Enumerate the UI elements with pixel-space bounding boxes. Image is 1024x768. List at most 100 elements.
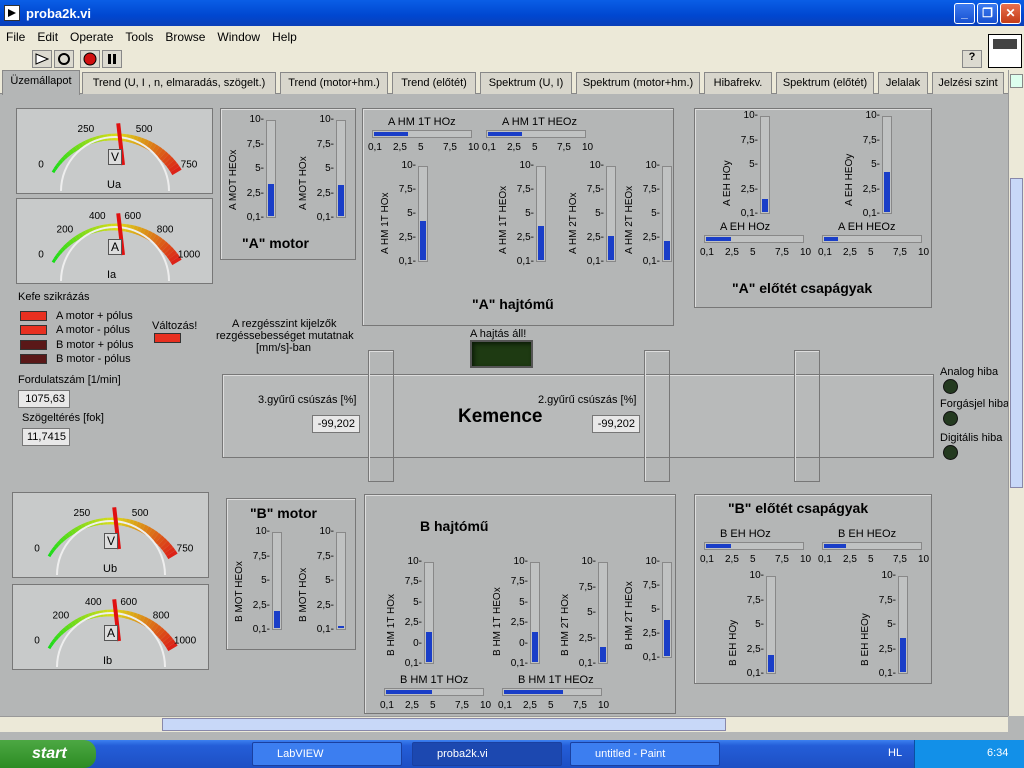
tab-trend-motor[interactable]: Trend (motor+hm.) [280,72,388,94]
minimize-button[interactable]: _ [954,3,975,24]
b-mot-heox-slider[interactable] [272,532,282,630]
a-eh-hoz-slider-tick: 0,1 [700,247,714,258]
pause-icon[interactable] [102,50,122,68]
ub-unit: V [104,533,118,549]
menu-edit[interactable]: Edit [37,30,58,44]
a-eh-hoy-slider-tick: 10- [743,110,758,121]
ub-arc-segment [150,530,159,541]
ia-arc-segment [74,234,81,241]
horizontal-scroll-thumb[interactable] [162,718,726,731]
tab-uzemallapot[interactable]: Üzemállapot [2,70,80,95]
b-hm-1t-heoz-slider[interactable] [502,688,602,696]
a-hm-1t-hoz-slider[interactable] [372,130,472,138]
b-eh-heoy-slider[interactable] [898,576,908,674]
b-eh-hoz-slider[interactable] [704,542,804,550]
tab-spektrum-motor[interactable]: Spektrum (motor+hm.) [576,72,700,94]
fordulat-value: 1075,63 [18,390,70,408]
b-eh-hoy-slider[interactable] [766,576,776,674]
task-paint[interactable]: untitled - Paint [570,742,720,766]
b-eh-heoz-slider[interactable] [822,542,922,550]
a-hm-2t-heox-slider[interactable] [662,166,672,262]
menu-operate[interactable]: Operate [70,30,113,44]
b-eh-heoy-slider-tick: 5- [887,619,896,630]
title-bar[interactable]: proba2k.vi _ ❐ ✕ [0,0,1024,26]
ib-arc-segment [160,632,171,643]
menu-window[interactable]: Window [217,30,260,44]
b-hm-2t-hox-slider-tick: 7,5- [578,581,596,593]
ub-arc-segment [152,532,162,543]
menu-tools[interactable]: Tools [125,30,153,44]
ub-arc-segment [138,523,146,533]
b-hm-2t-heox-slider[interactable] [662,562,672,658]
tab-jelzesi-szint[interactable]: Jelzési szint [932,72,1004,94]
run-arrow-icon[interactable] [32,50,52,68]
b-hm-2t-hox-slider-tick: 0,1- [578,658,596,669]
a-hm-1t-heoz-slider-tick: 10 [582,142,594,153]
b-mot-hox-slider-tick: 0,1- [316,624,334,635]
b-mot-hox-slider-tick: 2,5- [316,599,334,611]
close-button[interactable]: ✕ [1000,3,1021,24]
ua-arc-segment [161,154,172,164]
abort-icon[interactable] [80,50,100,68]
ib-tick-label: 200 [53,610,70,621]
b-hm-1t-hox-slider[interactable] [424,562,434,664]
ub-arc-segment [59,537,65,544]
a-eh-hoy-slider[interactable] [760,116,770,214]
b-hm-1t-heox-slider-tick: 5- [519,596,528,608]
ub-arc-segment [157,538,168,548]
b-hm-1t-hox-slider-fill [426,632,432,662]
tab-trend-elotet[interactable]: Trend (előtét) [392,72,476,94]
a-eh-heoy-slider[interactable] [882,116,892,214]
a-hm-1t-heoz-slider[interactable] [486,130,586,138]
tab-hibafrekv[interactable]: Hibafrekv. [704,72,772,94]
b-hm-2t-hox-slider[interactable] [598,562,608,664]
ia-arc-segment [170,256,182,266]
ia-arc-segment [166,249,178,260]
ia-current-gauge: 0 200 400 600 800 1000 A Ia [16,198,213,284]
menu-browse[interactable]: Browse [165,30,205,44]
ub-arc-segment [67,530,74,537]
a-hm-1t-hoz-slider-tick: 7,5 [443,142,457,153]
tab-jelalak[interactable]: Jelalak [878,72,928,94]
a-eh-hoz-slider[interactable] [704,235,804,243]
b-eh-hoy-slider-tick: 7,5- [746,594,764,606]
valtozas-label: Változás! [152,320,198,332]
b-mot-heox-slider-tick: 5- [261,575,270,586]
a-mot-hox-slider[interactable] [336,120,346,218]
tab-trend-uin[interactable]: Trend (U, I , n, elmaradás, szögelt.) [82,72,276,94]
tab-spektrum-ui[interactable]: Spektrum (U, I) [480,72,572,94]
menu-help[interactable]: Help [272,30,297,44]
task-proba2k[interactable]: proba2k.vi [412,742,562,766]
context-help-icon[interactable]: ? [962,50,982,68]
restore-button[interactable]: ❐ [977,3,998,24]
run-continuous-icon[interactable] [54,50,74,68]
ub-arc-segment [49,549,55,555]
b-mot-hox-slider[interactable] [336,532,346,630]
language-indicator[interactable]: HL [888,747,902,759]
a-hm-2t-hox-slider[interactable] [606,166,616,262]
a-mot-heox-slider[interactable] [266,120,276,218]
a-eh-heoz-slider[interactable] [822,235,922,243]
scroll-up-icon[interactable] [1010,74,1023,88]
vertical-scrollbar[interactable] [1008,70,1024,716]
menu-file[interactable]: File [6,30,25,44]
vertical-scroll-thumb[interactable] [1010,178,1023,488]
a-mot-heox-slider-tick: 2,5- [246,187,264,199]
a-mot-hox-slider-tick: 2,5- [316,187,334,199]
tab-spektrum-elotet[interactable]: Spektrum (előtét) [776,72,874,94]
a-eh-heoy-slider-fill [884,172,890,212]
ua-tick-label: 500 [136,124,153,135]
start-button[interactable]: start [0,740,96,768]
a-hm-1t-hox-slider[interactable] [418,166,428,262]
b-hm-1t-heox-slider[interactable] [530,562,540,664]
horizontal-scrollbar[interactable] [0,716,1008,732]
ia-arc-segment [51,258,57,264]
task-labview[interactable]: LabVIEW [252,742,402,766]
ia-arc-segment [142,229,150,239]
b-hm-1t-hoz-slider[interactable] [384,688,484,696]
a-hm-1t-heox-slider[interactable] [536,166,546,262]
ub-tick-label: 250 [74,508,91,519]
ua-arc-segment [58,159,64,165]
window-title: proba2k.vi [26,5,92,21]
ia-arc-segment [159,241,169,252]
